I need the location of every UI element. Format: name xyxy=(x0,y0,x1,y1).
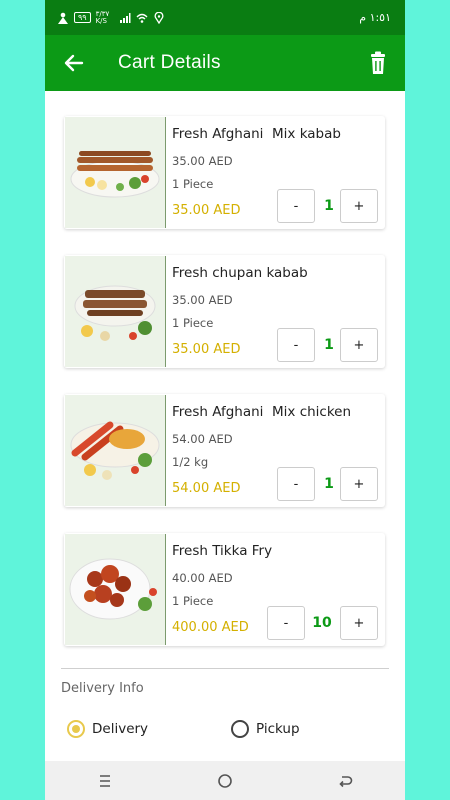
quantity-value: 10 xyxy=(312,615,332,631)
item-total: 54.00 AED xyxy=(172,481,241,496)
quantity-value: 1 xyxy=(324,337,334,353)
status-left: ٩٩ ٣/٣٧ K/S xyxy=(57,9,165,25)
mix-chicken-image xyxy=(70,421,160,480)
back-arrow-icon[interactable] xyxy=(62,51,86,75)
item-unit: 1/2 kg xyxy=(172,455,209,469)
item-price: 54.00 AED xyxy=(172,432,233,446)
radio-selected-icon[interactable] xyxy=(67,720,85,738)
cart-item[interactable]: Fresh Tikka Fry 40.00 AED 1 Piece 400.00… xyxy=(64,533,385,646)
item-price: 35.00 AED xyxy=(172,154,233,168)
system-nav-bar xyxy=(45,761,405,800)
food-image xyxy=(65,534,166,645)
increase-quantity-button[interactable]: + xyxy=(340,467,378,501)
decrease-quantity-button[interactable]: - xyxy=(277,328,315,362)
increase-quantity-button[interactable]: + xyxy=(340,189,378,223)
item-unit: 1 Piece xyxy=(172,594,214,608)
decrease-quantity-button[interactable]: - xyxy=(277,467,315,501)
pickup-option-label: Pickup xyxy=(256,721,300,737)
cart-list: Fresh Afghani Mix kabab 35.00 AED 1 Piec… xyxy=(45,91,405,761)
page-title: Cart Details xyxy=(118,52,221,73)
app-bar: Cart Details xyxy=(45,35,405,91)
decrease-quantity-button[interactable]: - xyxy=(277,189,315,223)
battery-indicator: ٩٩ xyxy=(74,12,91,23)
food-image xyxy=(65,256,166,367)
network-speed: ٣/٣٧ K/S xyxy=(95,9,110,25)
item-name: Fresh Tikka Fry xyxy=(172,543,273,559)
back-nav-icon[interactable] xyxy=(337,773,353,789)
cart-item[interactable]: Fresh Afghani Mix kabab 35.00 AED 1 Piec… xyxy=(64,116,385,229)
signal-icon xyxy=(119,12,131,23)
cart-item[interactable]: Fresh Afghani Mix chicken 54.00 AED 1/2 … xyxy=(64,394,385,507)
item-price: 40.00 AED xyxy=(172,571,233,585)
decrease-quantity-button[interactable]: - xyxy=(267,606,305,640)
home-icon[interactable] xyxy=(217,773,233,789)
tikka-fry-image xyxy=(69,558,157,620)
item-total: 35.00 AED xyxy=(172,342,241,357)
section-divider xyxy=(61,668,389,669)
person-icon xyxy=(58,12,68,24)
delivery-option-label: Delivery xyxy=(92,721,149,737)
pickup-option[interactable]: Pickup xyxy=(231,720,300,738)
radio-unselected-icon[interactable] xyxy=(231,720,249,738)
trash-icon[interactable] xyxy=(369,51,387,75)
delivery-info-label: Delivery Info xyxy=(61,681,144,696)
item-name: Fresh chupan kabab xyxy=(172,265,308,281)
food-image xyxy=(65,395,166,506)
delivery-option[interactable]: Delivery xyxy=(67,720,148,738)
kabab-plate-image xyxy=(70,151,160,198)
quantity-value: 1 xyxy=(324,198,334,214)
phone-screen: ٩٩ ٣/٣٧ K/S ١:٥١ م Cart Details Fresh Af… xyxy=(45,0,405,800)
item-unit: 1 Piece xyxy=(172,177,214,191)
clock: ١:٥١ م xyxy=(359,11,391,24)
increase-quantity-button[interactable]: + xyxy=(340,606,378,640)
item-total: 35.00 AED xyxy=(172,203,241,218)
location-icon xyxy=(154,11,164,24)
increase-quantity-button[interactable]: + xyxy=(340,328,378,362)
quantity-value: 1 xyxy=(324,476,334,492)
chupan-kabab-image xyxy=(74,285,156,341)
item-unit: 1 Piece xyxy=(172,316,214,330)
food-image xyxy=(65,117,166,228)
item-total: 400.00 AED xyxy=(172,620,249,635)
wifi-icon xyxy=(136,13,148,23)
recent-apps-icon[interactable] xyxy=(97,773,113,789)
status-bar: ٩٩ ٣/٣٧ K/S ١:٥١ م xyxy=(45,0,405,35)
item-name: Fresh Afghani Mix chicken xyxy=(172,404,352,420)
item-name: Fresh Afghani Mix kabab xyxy=(172,126,341,142)
item-price: 35.00 AED xyxy=(172,293,233,307)
cart-item[interactable]: Fresh chupan kabab 35.00 AED 1 Piece 35.… xyxy=(64,255,385,368)
